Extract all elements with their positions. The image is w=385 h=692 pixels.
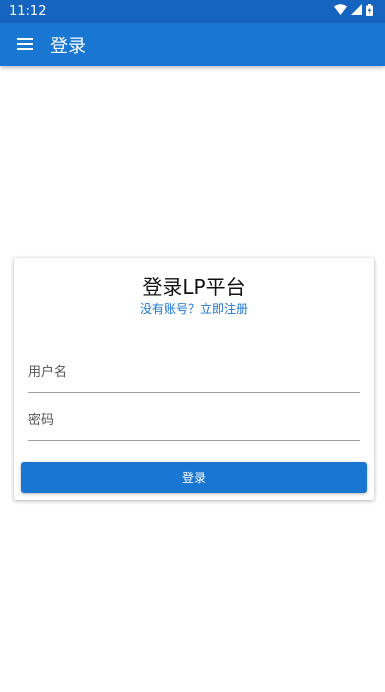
password-field (28, 401, 360, 441)
signal-icon (351, 4, 362, 19)
app-title: 登录 (50, 35, 86, 57)
password-input[interactable] (28, 401, 360, 440)
login-card: 登录LP平台 没有账号？立即注册 登录 (14, 258, 374, 500)
status-icons (334, 3, 373, 20)
battery-icon (366, 3, 373, 20)
status-time: 11:12 (9, 4, 47, 19)
username-input[interactable] (28, 353, 360, 392)
status-bar: 11:12 (0, 0, 385, 23)
login-title: 登录LP平台 (142, 275, 246, 299)
register-link[interactable]: 没有账号？立即注册 (14, 300, 374, 317)
wifi-icon (334, 4, 347, 19)
login-button[interactable]: 登录 (21, 462, 367, 493)
menu-button[interactable] (0, 23, 50, 66)
menu-icon (17, 35, 33, 54)
username-field (28, 353, 360, 393)
app-bar: 登录 (0, 23, 385, 66)
